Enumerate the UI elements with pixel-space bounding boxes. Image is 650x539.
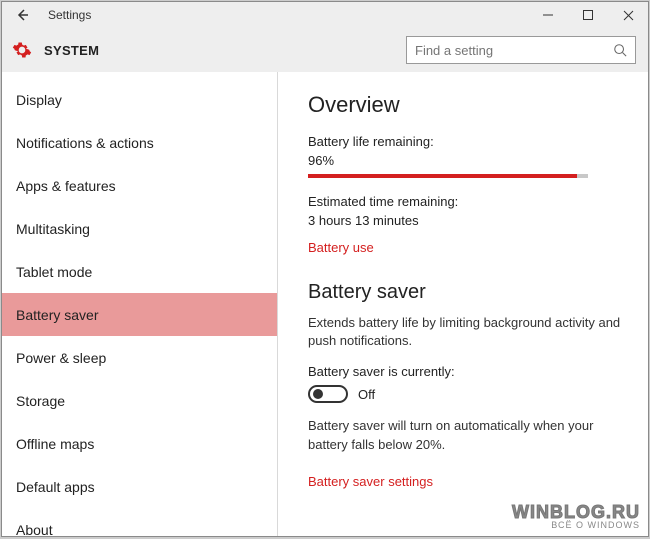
time-remaining-label: Estimated time remaining: — [308, 194, 624, 209]
battery-progress-fill — [308, 174, 577, 178]
sidebar-item-multitasking[interactable]: Multitasking — [2, 207, 277, 250]
sidebar-item-tablet[interactable]: Tablet mode — [2, 250, 277, 293]
sidebar-item-about[interactable]: About — [2, 508, 277, 536]
search-input[interactable] — [415, 43, 613, 58]
battery-use-link[interactable]: Battery use — [308, 240, 374, 255]
back-button[interactable] — [2, 2, 42, 28]
search-box[interactable] — [406, 36, 636, 64]
sidebar-item-display[interactable]: Display — [2, 78, 277, 121]
maximize-icon — [583, 10, 593, 20]
watermark-line1: WINBLOG.RU — [512, 503, 640, 521]
saver-settings-link[interactable]: Battery saver settings — [308, 474, 433, 489]
saver-toggle[interactable] — [308, 385, 348, 403]
content-area: DisplayNotifications & actionsApps & fea… — [2, 72, 648, 536]
saver-heading: Battery saver — [308, 281, 624, 304]
time-remaining-value: 3 hours 13 minutes — [308, 213, 624, 228]
main-content: Overview Battery life remaining: 96% Est… — [278, 72, 648, 536]
saver-auto-text: Battery saver will turn on automatically… — [308, 417, 624, 453]
sidebar-item-offline-maps[interactable]: Offline maps — [2, 422, 277, 465]
battery-remaining-value: 96% — [308, 153, 624, 168]
saver-state-label: Battery saver is currently: — [308, 364, 624, 379]
back-arrow-icon — [14, 7, 30, 23]
header-title: SYSTEM — [44, 43, 406, 58]
settings-window: Settings SYSTEM DisplayNotifications & a… — [1, 1, 649, 537]
overview-heading: Overview — [308, 92, 624, 118]
saver-description: Extends battery life by limiting backgro… — [308, 314, 624, 350]
window-title: Settings — [48, 8, 528, 22]
watermark-line2: ВСЁ О WINDOWS — [512, 521, 640, 530]
saver-toggle-state: Off — [358, 387, 375, 402]
battery-progress — [308, 174, 588, 178]
saver-toggle-row: Off — [308, 385, 624, 403]
gear-icon — [12, 40, 32, 60]
header: SYSTEM — [2, 28, 648, 72]
maximize-button[interactable] — [568, 2, 608, 28]
sidebar-item-notifications[interactable]: Notifications & actions — [2, 121, 277, 164]
sidebar-item-apps[interactable]: Apps & features — [2, 164, 277, 207]
watermark: WINBLOG.RU ВСЁ О WINDOWS — [512, 503, 640, 530]
toggle-knob — [313, 389, 323, 399]
close-button[interactable] — [608, 2, 648, 28]
sidebar-item-default-apps[interactable]: Default apps — [2, 465, 277, 508]
search-icon — [613, 43, 627, 57]
sidebar-item-battery-saver[interactable]: Battery saver — [2, 293, 277, 336]
battery-remaining-label: Battery life remaining: — [308, 134, 624, 149]
sidebar: DisplayNotifications & actionsApps & fea… — [2, 72, 278, 536]
titlebar: Settings — [2, 2, 648, 28]
minimize-icon — [543, 10, 553, 20]
sidebar-item-storage[interactable]: Storage — [2, 379, 277, 422]
window-buttons — [528, 2, 648, 28]
sidebar-item-power[interactable]: Power & sleep — [2, 336, 277, 379]
minimize-button[interactable] — [528, 2, 568, 28]
close-icon — [623, 10, 634, 21]
